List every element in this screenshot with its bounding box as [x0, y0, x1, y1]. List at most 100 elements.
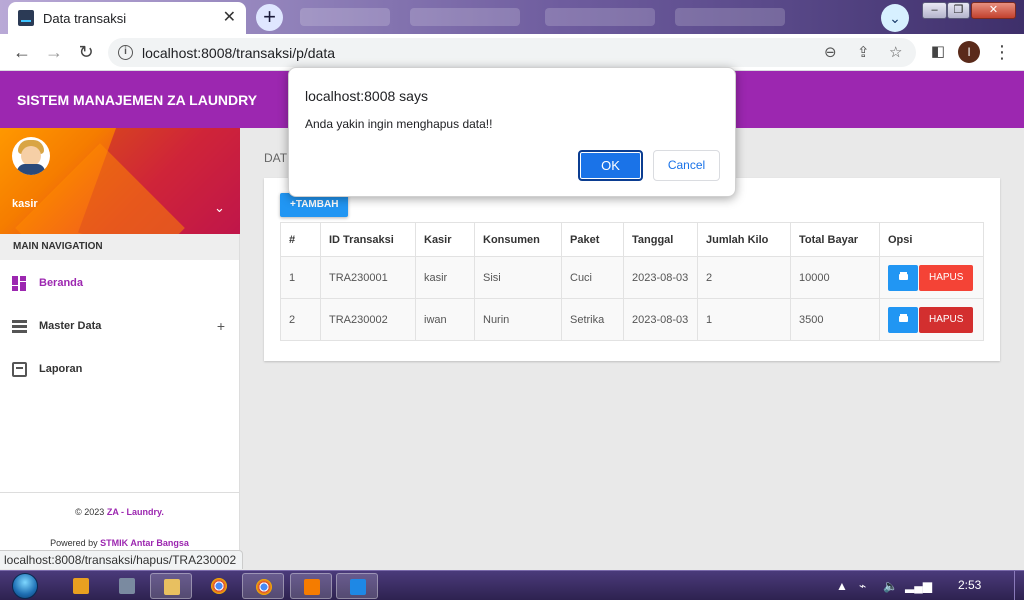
column-header: #: [280, 222, 321, 257]
restore-window-button[interactable]: ❐: [947, 2, 970, 19]
close-tab-icon[interactable]: ✕: [223, 10, 236, 26]
back-arrow-icon[interactable]: ←: [10, 42, 34, 62]
vscode-icon: [350, 579, 366, 595]
taskbar-app[interactable]: [242, 573, 284, 599]
windows-taskbar: [0, 570, 1024, 600]
volume-icon[interactable]: 🔈: [883, 579, 898, 593]
column-header: Konsumen: [474, 222, 562, 257]
column-header: Jumlah Kilo: [697, 222, 791, 257]
cell-jumlah-kilo: 1: [697, 298, 791, 341]
user-panel: kasir ⌄: [0, 128, 240, 234]
cell-total-bayar: 3500: [790, 298, 880, 341]
powered-by-link[interactable]: STMIK Antar Bangsa: [100, 538, 189, 548]
dialog-title: localhost:8008 says: [305, 88, 428, 104]
cell-paket: Cuci: [561, 256, 624, 299]
cell-konsumen: Nurin: [474, 298, 562, 341]
cell-jumlah-kilo: 2: [697, 256, 791, 299]
background-tab[interactable]: [300, 8, 390, 26]
browser-menu-icon[interactable]: ⋮: [990, 42, 1014, 62]
chevron-down-icon[interactable]: ⌄: [214, 200, 225, 216]
site-info-icon[interactable]: i: [118, 45, 133, 60]
forward-arrow-icon[interactable]: →: [42, 42, 66, 62]
taskbar-app[interactable]: [198, 573, 240, 599]
taskbar-app[interactable]: [290, 573, 332, 599]
tray-expand-icon[interactable]: ▲: [836, 579, 848, 593]
side-panel-icon[interactable]: ◧: [926, 42, 950, 62]
sidebar: kasir ⌄ MAIN NAVIGATION Beranda Master D…: [0, 128, 240, 550]
sidebar-item-beranda[interactable]: Beranda: [0, 263, 239, 303]
ok-button[interactable]: OK: [578, 150, 643, 181]
xampp-icon: [304, 579, 320, 595]
cell-kasir: iwan: [415, 298, 475, 341]
browser-tab-strip: Data transaksi ✕ + ⌄ ‒ ❐ ✕: [0, 0, 1024, 34]
background-tab[interactable]: [675, 8, 785, 26]
sidebar-item-label: Master Data: [39, 320, 102, 332]
delete-button[interactable]: HAPUS: [919, 306, 974, 333]
table-row: 1 TRA230001 kasir Sisi Cuci 2023-08-03 2…: [280, 256, 984, 299]
expand-plus-icon[interactable]: +: [217, 318, 225, 334]
browser-toolbar: ← → ↻ i localhost:8008/transaksi/p/data …: [0, 34, 1024, 71]
taskbar-app[interactable]: [336, 573, 378, 599]
app-brand[interactable]: SISTEM MANAJEMEN ZA LAUNDRY: [17, 92, 257, 108]
clock[interactable]: 2:53: [958, 578, 981, 592]
cell-id-transaksi: TRA230002: [320, 298, 416, 341]
cell-no: 1: [280, 256, 321, 299]
confirm-dialog: localhost:8008 says Anda yakin ingin men…: [288, 67, 736, 197]
taskbar-app[interactable]: [106, 573, 148, 599]
url-text[interactable]: localhost:8008/transaksi/p/data: [142, 45, 335, 61]
cell-tanggal: 2023-08-03: [623, 256, 698, 299]
share-icon[interactable]: ⇪: [857, 43, 870, 61]
cell-paket: Setrika: [561, 298, 624, 341]
chrome-icon: [256, 579, 272, 595]
minimize-window-button[interactable]: ‒: [922, 2, 947, 19]
print-button[interactable]: [888, 306, 918, 333]
taskbar-app[interactable]: [60, 573, 102, 599]
cell-opsi: HAPUS: [879, 298, 984, 341]
cell-id-transaksi: TRA230001: [320, 256, 416, 299]
copyright-brand-link[interactable]: ZA - Laundry.: [107, 507, 164, 517]
cancel-button[interactable]: Cancel: [653, 150, 720, 181]
print-button[interactable]: [888, 264, 918, 291]
tab-title: Data transaksi: [43, 10, 127, 26]
zoom-icon[interactable]: ⊖: [824, 43, 837, 61]
tab-search-button[interactable]: ⌄: [881, 4, 909, 32]
windows-logo-icon: [12, 573, 38, 599]
dialog-message: Anda yakin ingin menghapus data!!: [305, 117, 493, 131]
cell-kasir: kasir: [415, 256, 475, 299]
transaction-card: +TAMBAH # ID Transaksi Kasir Konsumen Pa…: [264, 178, 1000, 361]
start-button[interactable]: [5, 571, 45, 600]
sidebar-item-label: Beranda: [39, 277, 84, 289]
background-tab[interactable]: [410, 8, 520, 26]
clipboard-icon: [12, 361, 27, 377]
new-tab-button[interactable]: +: [256, 4, 283, 31]
cell-konsumen: Sisi: [474, 256, 562, 299]
browser-tab[interactable]: Data transaksi ✕: [8, 2, 246, 34]
app-favicon-icon: [18, 10, 34, 26]
background-tab[interactable]: [545, 8, 655, 26]
nav-header: MAIN NAVIGATION: [0, 234, 239, 260]
column-header: Opsi: [879, 222, 984, 257]
sidebar-item-master-data[interactable]: Master Data +: [0, 306, 239, 346]
transaction-table: # ID Transaksi Kasir Konsumen Paket Tang…: [280, 222, 984, 341]
address-bar[interactable]: i localhost:8008/transaksi/p/data ⊖ ⇪ ☆: [108, 38, 916, 67]
taskbar-app[interactable]: [150, 573, 192, 599]
dashboard-icon: [12, 275, 27, 291]
column-header: ID Transaksi: [320, 222, 416, 257]
bookmark-star-icon[interactable]: ☆: [889, 43, 902, 61]
cell-no: 2: [280, 298, 321, 341]
delete-button[interactable]: HAPUS: [919, 264, 974, 291]
network-icon: [119, 578, 135, 594]
column-header: Kasir: [415, 222, 475, 257]
sidebar-item-laporan[interactable]: Laporan: [0, 349, 239, 389]
close-window-button[interactable]: ✕: [971, 2, 1016, 19]
signal-icon[interactable]: ▂▄▆: [905, 579, 932, 593]
cell-opsi: HAPUS: [879, 256, 984, 299]
show-desktop-button[interactable]: [1014, 571, 1024, 600]
file-explorer-icon: [164, 579, 180, 595]
reload-icon[interactable]: ↻: [74, 42, 98, 62]
power-icon[interactable]: ⌁: [859, 579, 866, 593]
profile-avatar[interactable]: I: [958, 41, 980, 63]
user-name: kasir: [12, 198, 38, 210]
page-title: DAT: [264, 151, 288, 165]
column-header: Total Bayar: [790, 222, 880, 257]
